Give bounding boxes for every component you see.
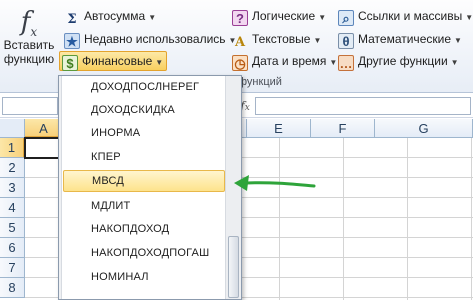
text-functions-button[interactable]: A Текстовые ▼ bbox=[230, 29, 324, 50]
autosum-label: Автосумма bbox=[84, 9, 146, 23]
chevron-down-icon: ▼ bbox=[318, 13, 327, 22]
insert-function-button[interactable]: fx Вставить функцию bbox=[0, 4, 58, 74]
active-cell-a1[interactable] bbox=[24, 137, 60, 159]
recent-functions-button[interactable]: ★ Недавно использовались ▼ bbox=[62, 29, 239, 49]
chevron-down-icon: ▼ bbox=[148, 13, 157, 22]
financial-label: Финансовые bbox=[82, 54, 153, 68]
formula-input[interactable] bbox=[255, 97, 471, 115]
menu-scrollbar-thumb[interactable] bbox=[228, 236, 239, 298]
green-arrow-annotation bbox=[234, 175, 316, 191]
row-header-5[interactable]: 5 bbox=[0, 218, 25, 238]
ribbon-group-label: функций bbox=[238, 76, 282, 88]
logical-label: Логические bbox=[252, 9, 316, 23]
more-label: Другие функции bbox=[358, 54, 448, 68]
lookup-icon: ⌕ bbox=[338, 10, 354, 26]
menu-item-mdlit[interactable]: МДЛИТ bbox=[63, 195, 225, 217]
financial-book-icon: $ bbox=[62, 55, 78, 71]
recent-book-icon: ★ bbox=[64, 33, 80, 49]
autosum-button[interactable]: Σ Автосумма ▼ bbox=[62, 6, 159, 27]
chevron-down-icon: ▼ bbox=[313, 36, 322, 45]
insert-function-label-2: функцию bbox=[3, 52, 55, 66]
name-box[interactable] bbox=[2, 97, 58, 115]
math-icon: θ bbox=[338, 33, 354, 49]
text-label: Текстовые bbox=[252, 32, 311, 46]
column-header-f[interactable]: F bbox=[311, 119, 375, 138]
menu-item-nakopdohod[interactable]: НАКОПДОХОД bbox=[63, 218, 225, 240]
menu-item-inorma[interactable]: ИНОРМА bbox=[63, 122, 225, 144]
column-header-e[interactable]: E bbox=[247, 119, 311, 138]
formula-bar-fx-label: x bbox=[244, 103, 250, 113]
row-header-3[interactable]: 3 bbox=[0, 178, 25, 198]
menu-gutter bbox=[59, 76, 62, 299]
row-header-8[interactable]: 8 bbox=[0, 278, 25, 298]
recent-label: Недавно использовались bbox=[84, 32, 226, 46]
text-icon: A bbox=[234, 35, 246, 50]
select-all-corner[interactable] bbox=[0, 119, 25, 138]
logical-functions-button[interactable]: ? Логические ▼ bbox=[230, 6, 329, 26]
chevron-down-icon: ▼ bbox=[465, 13, 473, 22]
menu-item-dohodskidka[interactable]: ДОХОДСКИДКА bbox=[63, 99, 225, 121]
logical-book-icon: ? bbox=[232, 10, 248, 26]
datetime-label: Дата и время bbox=[252, 54, 327, 68]
more-functions-icon: … bbox=[338, 55, 354, 71]
menu-item-mvsd[interactable]: МВСД bbox=[63, 170, 225, 192]
chevron-down-icon: ▼ bbox=[450, 58, 459, 67]
financial-functions-button[interactable]: $ Финансовые ▼ bbox=[59, 51, 168, 71]
fx-icon: fx bbox=[20, 7, 38, 40]
column-header-g[interactable]: G bbox=[375, 119, 473, 138]
more-functions-button[interactable]: … Другие функции ▼ bbox=[336, 51, 462, 71]
chevron-down-icon: ▼ bbox=[155, 58, 164, 67]
financial-functions-menu: ДОХОДПОСЛНЕРЕГ ДОХОДСКИДКА ИНОРМА КПЕР М… bbox=[58, 75, 242, 300]
row-header-2[interactable]: 2 bbox=[0, 158, 25, 178]
datetime-functions-button[interactable]: ◷ Дата и время ▼ bbox=[230, 51, 340, 71]
menu-item-kper[interactable]: КПЕР bbox=[63, 146, 225, 168]
lookup-label: Ссылки и массивы bbox=[358, 9, 463, 23]
menu-item-nominal[interactable]: НОМИНАЛ bbox=[63, 266, 225, 288]
datetime-book-icon: ◷ bbox=[232, 55, 248, 71]
lookup-functions-button[interactable]: ⌕ Ссылки и массивы ▼ bbox=[336, 6, 473, 26]
row-header-6[interactable]: 6 bbox=[0, 238, 25, 258]
row-header-4[interactable]: 4 bbox=[0, 198, 25, 218]
row-header-7[interactable]: 7 bbox=[0, 258, 25, 278]
math-label: Математические bbox=[358, 32, 451, 46]
row-header-1[interactable]: 1 bbox=[0, 138, 25, 158]
menu-item-dohodposlnereg[interactable]: ДОХОДПОСЛНЕРЕГ bbox=[63, 76, 225, 98]
sigma-icon: Σ bbox=[67, 12, 77, 27]
menu-item-nakopdohodpogash[interactable]: НАКОПДОХОДПОГАШ bbox=[63, 242, 225, 264]
chevron-down-icon: ▼ bbox=[454, 36, 462, 45]
insert-function-label-1: Вставить bbox=[3, 38, 55, 52]
math-functions-button[interactable]: θ Математические ▼ bbox=[336, 29, 465, 49]
